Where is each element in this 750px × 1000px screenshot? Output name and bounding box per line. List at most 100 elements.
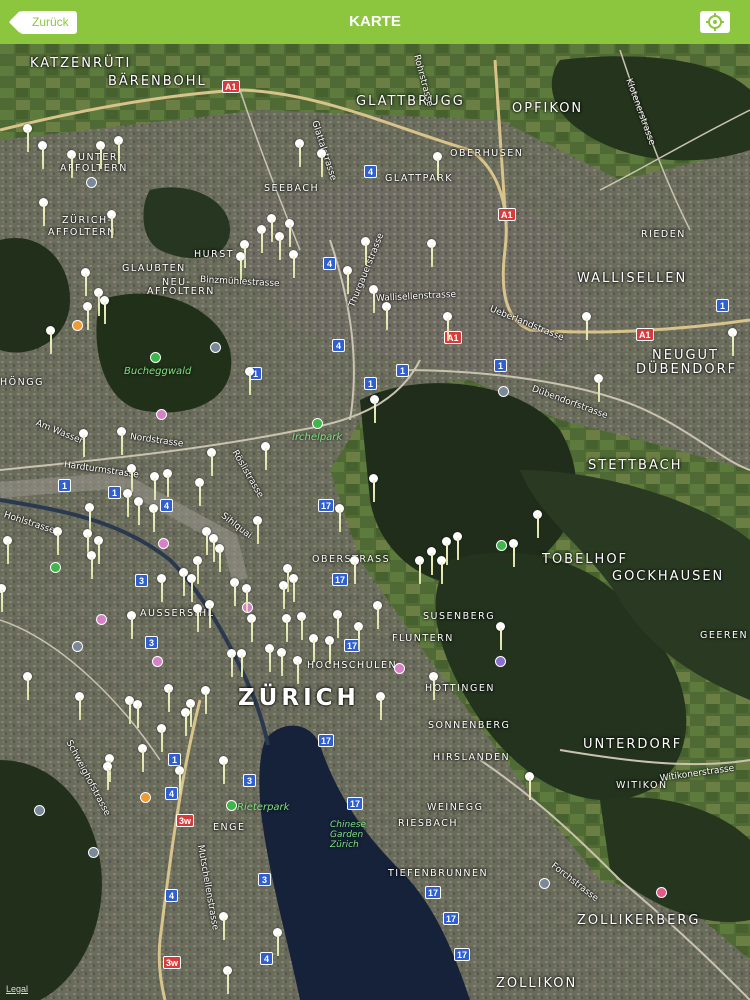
building-icon[interactable]: [210, 342, 221, 353]
location-pin[interactable]: [23, 124, 32, 152]
location-pin[interactable]: [369, 474, 378, 502]
location-pin[interactable]: [273, 928, 282, 956]
location-pin[interactable]: [205, 600, 214, 628]
bar-icon[interactable]: [394, 663, 405, 674]
location-pin[interactable]: [219, 912, 228, 940]
location-pin[interactable]: [429, 672, 438, 700]
food-icon[interactable]: [140, 792, 151, 803]
location-pin[interactable]: [100, 296, 109, 324]
location-pin[interactable]: [443, 312, 452, 340]
location-pin[interactable]: [361, 237, 370, 265]
locate-button[interactable]: [700, 11, 730, 33]
building-icon[interactable]: [86, 177, 97, 188]
bar-icon[interactable]: [158, 538, 169, 549]
location-pin[interactable]: [149, 504, 158, 532]
location-pin[interactable]: [193, 604, 202, 632]
location-pin[interactable]: [293, 656, 302, 684]
location-pin[interactable]: [297, 612, 306, 640]
location-pin[interactable]: [215, 544, 224, 572]
location-pin[interactable]: [427, 239, 436, 267]
location-pin[interactable]: [164, 684, 173, 712]
location-pin[interactable]: [453, 532, 462, 560]
building-icon[interactable]: [539, 878, 550, 889]
location-pin[interactable]: [85, 503, 94, 531]
location-pin[interactable]: [277, 648, 286, 676]
location-pin[interactable]: [533, 510, 542, 538]
location-pin[interactable]: [67, 150, 76, 178]
location-pin[interactable]: [75, 692, 84, 720]
location-pin[interactable]: [207, 448, 216, 476]
building-icon[interactable]: [72, 641, 83, 652]
location-pin[interactable]: [133, 700, 142, 728]
location-pin[interactable]: [285, 219, 294, 247]
location-pin[interactable]: [317, 149, 326, 177]
location-pin[interactable]: [295, 139, 304, 167]
location-pin[interactable]: [594, 374, 603, 402]
location-pin[interactable]: [253, 516, 262, 544]
location-pin[interactable]: [38, 141, 47, 169]
building-icon[interactable]: [498, 386, 509, 397]
location-pin[interactable]: [79, 429, 88, 457]
location-pin[interactable]: [275, 232, 284, 260]
bar-icon[interactable]: [156, 409, 167, 420]
location-pin[interactable]: [175, 766, 184, 794]
location-pin[interactable]: [728, 328, 737, 356]
location-pin[interactable]: [123, 489, 132, 517]
location-pin[interactable]: [96, 141, 105, 169]
park-icon[interactable]: [312, 418, 323, 429]
location-pin[interactable]: [525, 772, 534, 800]
location-pin[interactable]: [0, 584, 6, 612]
location-pin[interactable]: [257, 225, 266, 253]
location-pin[interactable]: [187, 574, 196, 602]
location-pin[interactable]: [163, 469, 172, 497]
location-pin[interactable]: [39, 198, 48, 226]
location-pin[interactable]: [247, 614, 256, 642]
location-pin[interactable]: [83, 302, 92, 330]
location-pin[interactable]: [201, 686, 210, 714]
location-pin[interactable]: [289, 250, 298, 278]
location-pin[interactable]: [202, 527, 211, 555]
location-pin[interactable]: [333, 610, 342, 638]
location-pin[interactable]: [138, 744, 147, 772]
location-pin[interactable]: [350, 556, 359, 584]
location-pin[interactable]: [195, 478, 204, 506]
location-pin[interactable]: [261, 442, 270, 470]
building-icon[interactable]: [34, 805, 45, 816]
location-pin[interactable]: [237, 649, 246, 677]
location-pin[interactable]: [376, 692, 385, 720]
location-pin[interactable]: [53, 527, 62, 555]
location-pin[interactable]: [157, 574, 166, 602]
bar-icon[interactable]: [96, 614, 107, 625]
location-pin[interactable]: [3, 536, 12, 564]
location-pin[interactable]: [382, 302, 391, 330]
satellite-map[interactable]: KATZENRÜTI BÄRENBOHL GLATTBRUGG OPFIKON …: [0, 44, 750, 1000]
location-pin[interactable]: [509, 539, 518, 567]
location-pin[interactable]: [437, 556, 446, 584]
location-pin[interactable]: [282, 614, 291, 642]
location-pin[interactable]: [370, 395, 379, 423]
location-pin[interactable]: [23, 672, 32, 700]
location-pin[interactable]: [157, 724, 166, 752]
location-pin[interactable]: [223, 966, 232, 994]
legal-link[interactable]: Legal: [6, 984, 28, 994]
location-pin[interactable]: [369, 285, 378, 313]
location-pin[interactable]: [309, 634, 318, 662]
location-pin[interactable]: [289, 574, 298, 602]
food-icon[interactable]: [72, 320, 83, 331]
location-pin[interactable]: [245, 367, 254, 395]
location-pin[interactable]: [265, 644, 274, 672]
location-pin[interactable]: [335, 504, 344, 532]
location-pin[interactable]: [373, 601, 382, 629]
location-pin[interactable]: [496, 622, 505, 650]
location-pin[interactable]: [227, 649, 236, 677]
location-pin[interactable]: [179, 568, 188, 596]
location-pin[interactable]: [343, 266, 352, 294]
location-pin[interactable]: [127, 464, 136, 492]
location-pin[interactable]: [117, 427, 126, 455]
location-pin[interactable]: [442, 537, 451, 565]
location-pin[interactable]: [134, 497, 143, 525]
location-pin[interactable]: [354, 622, 363, 650]
location-pin[interactable]: [94, 536, 103, 564]
location-pin[interactable]: [125, 696, 134, 724]
building-icon[interactable]: [88, 847, 99, 858]
